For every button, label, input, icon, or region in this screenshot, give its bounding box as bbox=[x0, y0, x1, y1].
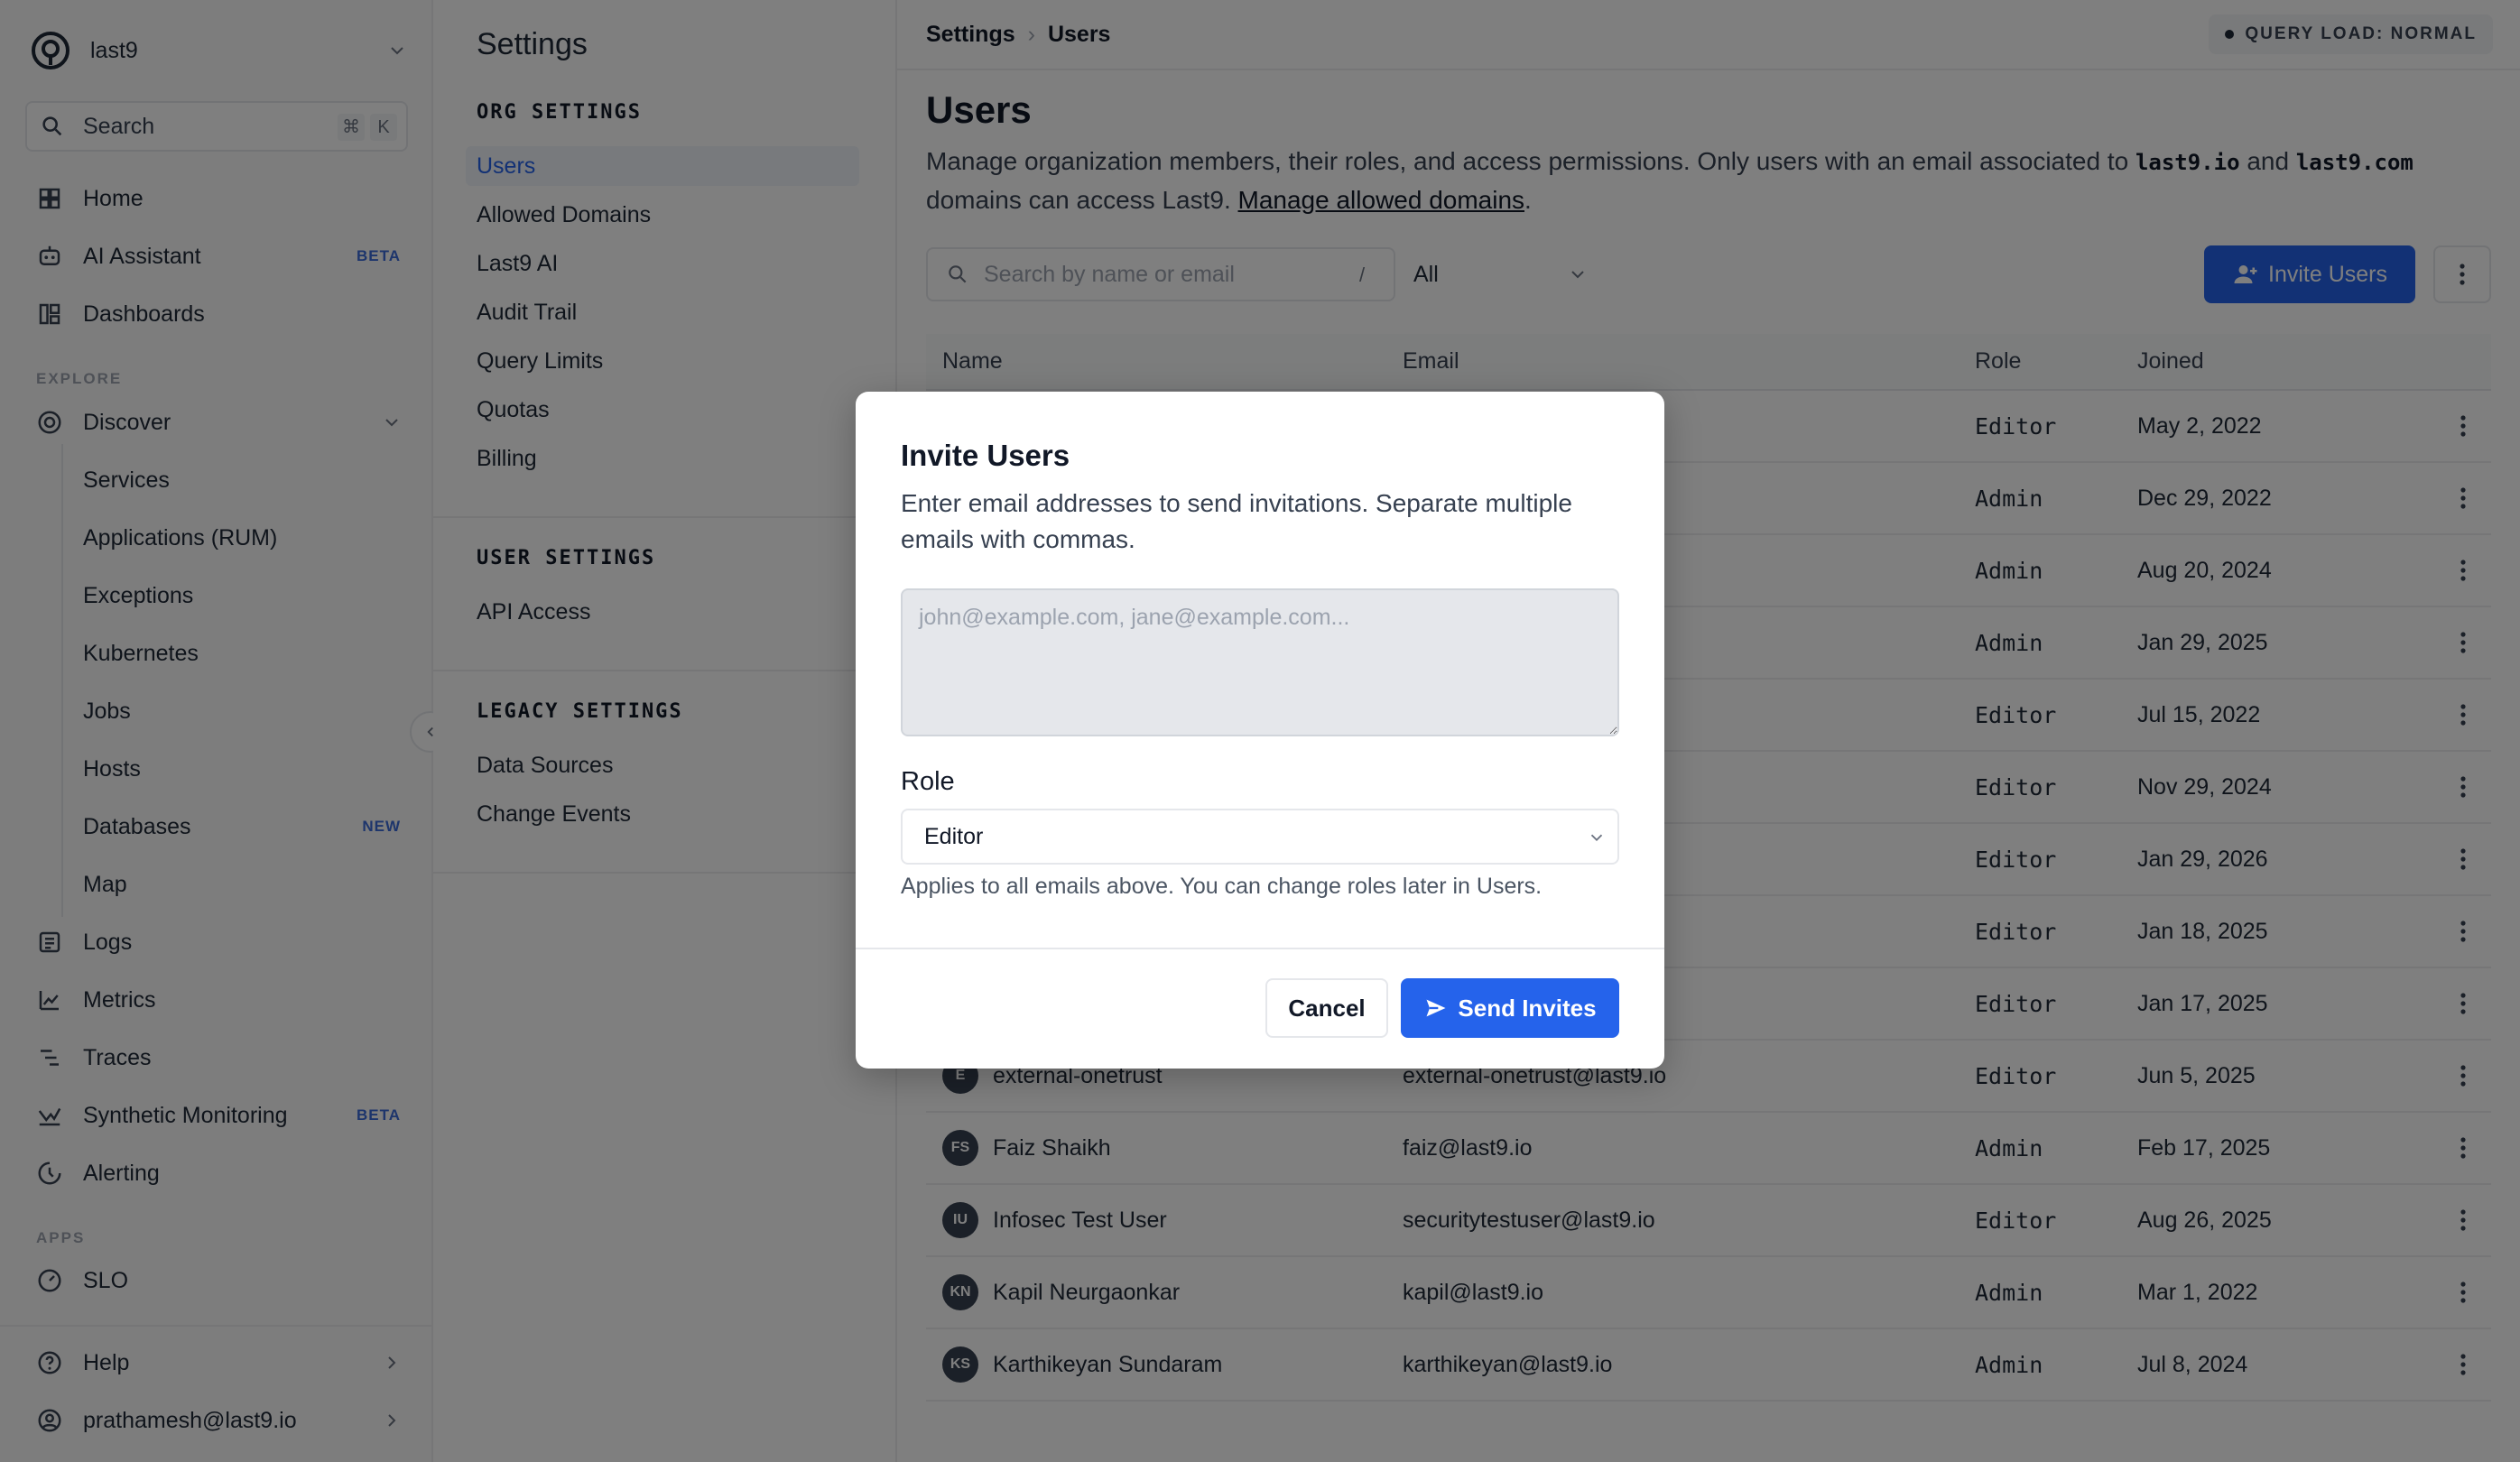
invite-users-dialog: Invite Users Enter email addresses to se… bbox=[856, 392, 1664, 1069]
cancel-button[interactable]: Cancel bbox=[1265, 978, 1388, 1038]
role-select-value: Editor bbox=[924, 823, 984, 849]
emails-textarea[interactable] bbox=[901, 588, 1619, 736]
send-icon bbox=[1426, 999, 1446, 1017]
send-invites-button[interactable]: Send Invites bbox=[1401, 978, 1619, 1038]
chevron-down-icon bbox=[1590, 834, 1603, 842]
dialog-description: Enter email addresses to send invitation… bbox=[901, 489, 1572, 553]
role-hint: Applies to all emails above. You can cha… bbox=[901, 874, 1543, 899]
send-invites-label: Send Invites bbox=[1458, 994, 1597, 1022]
dialog-divider bbox=[856, 948, 1664, 949]
role-select[interactable]: Editor bbox=[901, 809, 1619, 865]
dialog-title: Invite Users bbox=[901, 439, 1070, 472]
role-label: Role bbox=[901, 767, 955, 796]
